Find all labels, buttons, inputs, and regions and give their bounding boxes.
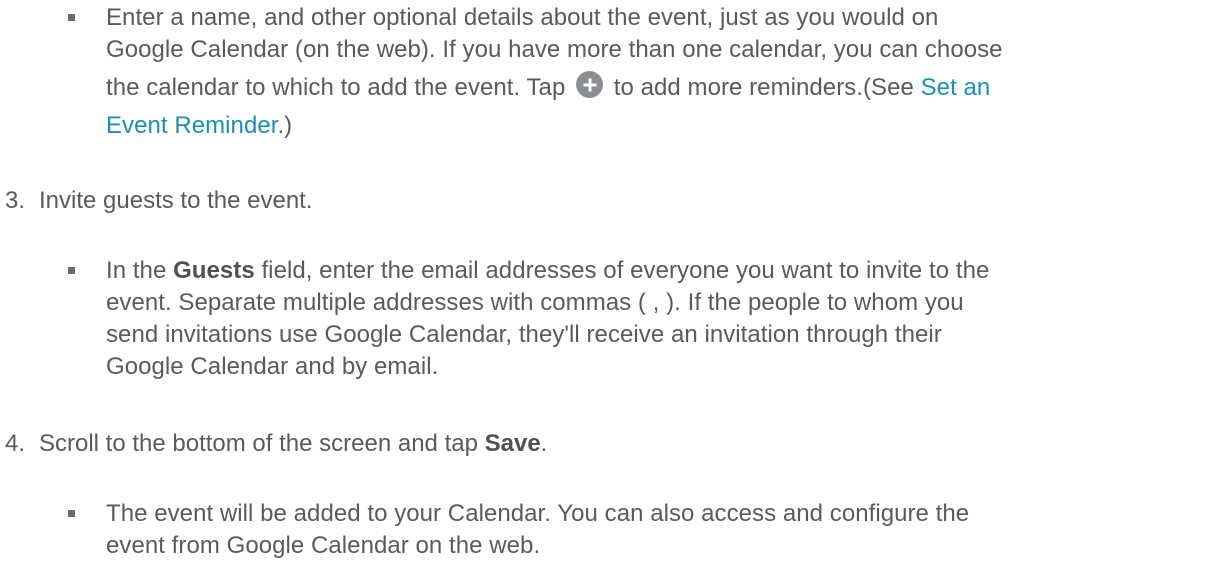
text-line: the calendar to which to add the event. … (106, 66, 1188, 110)
bullet-marker (68, 267, 75, 274)
bullet-item-event-added: The event will be added to your Calendar… (68, 498, 1188, 562)
bullet-marker (68, 14, 75, 21)
text-line: event from Google Calendar on the web. (106, 532, 541, 559)
text-line: Enter a name, and other optional details… (106, 4, 939, 31)
bullet-item-invite-guests: In the Guests field, enter the email add… (68, 255, 1188, 383)
text-segment: . (540, 430, 548, 457)
text-line: Event Reminder.) (106, 110, 1188, 142)
plus-circle-icon (576, 71, 604, 98)
bullet-marker (68, 510, 75, 517)
text-segment: the calendar to which to add the event. … (106, 74, 566, 101)
text-line: Google Calendar (on the web). If you hav… (106, 36, 1003, 63)
link-set-event-reminder-part2[interactable]: Event Reminder (106, 112, 277, 139)
text-segment: field, enter the email addresses of ever… (261, 257, 990, 284)
text-line: event. Separate multiple addresses with … (106, 289, 964, 316)
link-set-event-reminder-part1[interactable]: Set an (921, 74, 991, 101)
text-segment: to add more reminders.(See (613, 74, 914, 101)
text-line: Google Calendar and by email. (106, 353, 439, 380)
bullet-text: In the Guests field, enter the email add… (106, 255, 1188, 383)
text-line: The event will be added to your Calendar… (106, 500, 970, 527)
bullet-text: The event will be added to your Calendar… (106, 498, 1188, 562)
bullet-item-event-details: Enter a name, and other optional details… (68, 2, 1188, 142)
document-page: Enter a name, and other optional details… (0, 0, 1210, 579)
text-segment: .) (277, 112, 293, 139)
step-number: 3. (5, 187, 26, 214)
bold-term-save: Save (484, 430, 541, 457)
step-text: Scroll to the bottom of the screen and t… (39, 430, 478, 457)
step-4: 4. Scroll to the bottom of the screen and… (5, 428, 547, 460)
step-text: Invite guests to the event. (39, 187, 313, 214)
step-number: 4. (5, 430, 26, 457)
text-line: In the Guests field, enter the email add… (106, 255, 1188, 287)
bold-term-guests: Guests (173, 257, 255, 284)
bullet-text: Enter a name, and other optional details… (106, 2, 1188, 142)
step-3: 3. Invite guests to the event. (5, 185, 313, 217)
text-segment: In the (106, 257, 167, 284)
text-line: send invitations use Google Calendar, th… (106, 321, 942, 348)
